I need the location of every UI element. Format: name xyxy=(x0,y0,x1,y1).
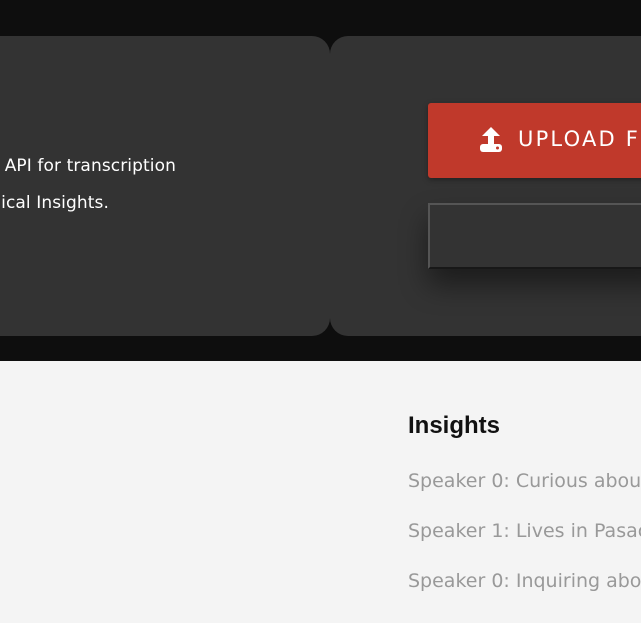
upload-file-button[interactable]: UPLOAD FI xyxy=(428,103,641,178)
upload-button-label: UPLOAD FI xyxy=(518,127,641,151)
insight-item: Speaker 0: Inquiring abo xyxy=(408,570,641,592)
description-panel xyxy=(0,36,330,336)
upload-panel xyxy=(330,36,641,336)
insight-item: Speaker 1: Lives in Pasac xyxy=(408,520,641,542)
upload-icon xyxy=(476,124,506,154)
description-line-2: gical Insights. xyxy=(0,193,109,213)
description-line-1: n API for transcription xyxy=(0,156,176,176)
insights-heading: Insights xyxy=(408,412,501,439)
insight-item: Speaker 0: Curious abou xyxy=(408,470,641,492)
file-input-field[interactable] xyxy=(428,203,641,269)
